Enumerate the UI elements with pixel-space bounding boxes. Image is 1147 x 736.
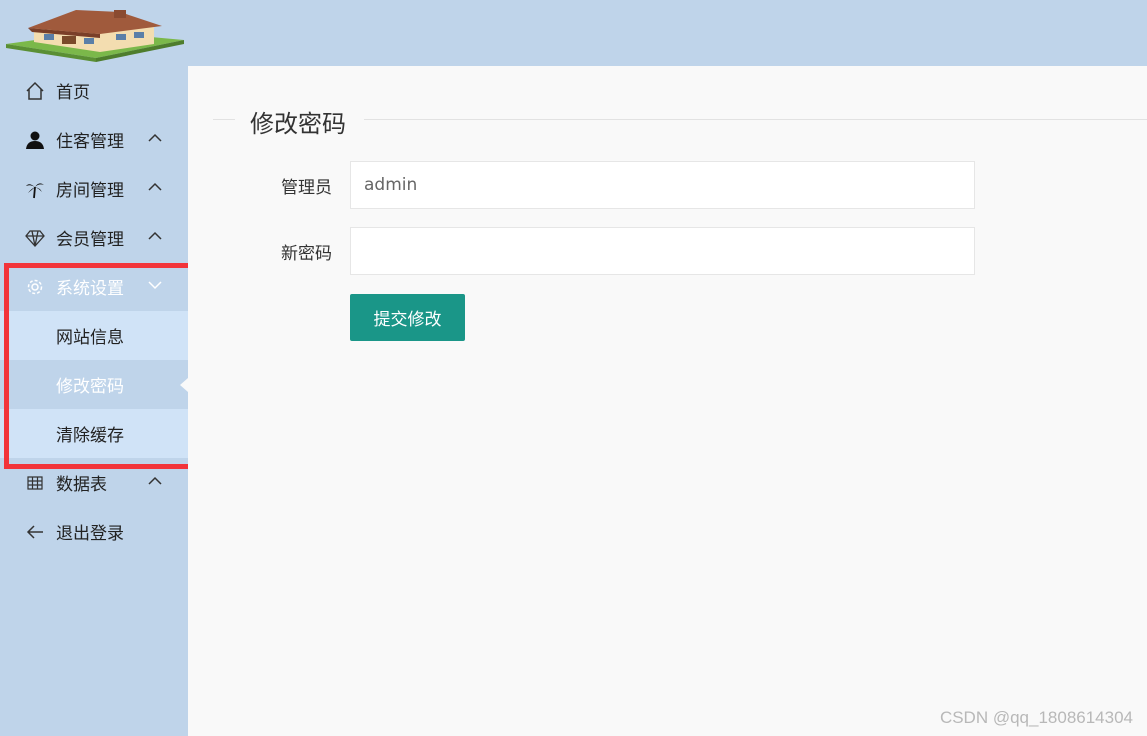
sidebar-item-settings[interactable]: 系统设置 (0, 262, 188, 311)
chevron-up-icon (148, 182, 162, 191)
sidebar: 首页 住客管理 房间管理 会员管理 系统设置 网站信息 修改密码 清除缓存 数据… (0, 66, 188, 736)
sidebar-item-data-table[interactable]: 数据表 (0, 458, 188, 507)
chevron-up-icon (148, 133, 162, 142)
header-bar (0, 0, 1147, 66)
new-password-label: 新密码 (281, 244, 332, 264)
arrow-left-icon (24, 521, 46, 543)
watermark: CSDN @qq_1808614304 (939, 708, 1133, 727)
fieldset-divider (213, 119, 235, 120)
page-title: 修改密码 (250, 110, 346, 138)
palm-tree-icon (24, 178, 46, 200)
home-icon (24, 80, 46, 102)
sidebar-item-logout[interactable]: 退出登录 (0, 507, 188, 556)
admin-label: 管理员 (281, 178, 332, 198)
app-window: 首页 住客管理 房间管理 会员管理 系统设置 网站信息 修改密码 清除缓存 数据… (0, 0, 1147, 736)
submit-button[interactable]: 提交修改 (350, 294, 465, 341)
sidebar-item-label: 退出登录 (56, 524, 124, 544)
sidebar-item-label: 住客管理 (56, 132, 124, 152)
sidebar-item-home[interactable]: 首页 (0, 66, 188, 115)
diamond-icon (24, 227, 46, 249)
sidebar-item-members[interactable]: 会员管理 (0, 213, 188, 262)
sidebar-item-label: 数据表 (56, 475, 107, 495)
user-icon (24, 129, 46, 151)
chevron-up-icon (148, 231, 162, 240)
submenu-item-change-password[interactable]: 修改密码 (0, 360, 188, 409)
gear-icon (24, 276, 46, 298)
sidebar-item-label: 房间管理 (56, 181, 124, 201)
admin-field[interactable] (350, 161, 975, 209)
submenu-item-site-info[interactable]: 网站信息 (0, 311, 188, 360)
sidebar-item-label: 系统设置 (56, 279, 124, 299)
sidebar-item-rooms[interactable]: 房间管理 (0, 164, 188, 213)
main-content: 修改密码 管理员 新密码 提交修改 CSDN @qq_1808614304 (188, 66, 1147, 736)
sidebar-item-guests[interactable]: 住客管理 (0, 115, 188, 164)
new-password-field[interactable] (350, 227, 975, 275)
fieldset-divider (364, 119, 1147, 120)
house-logo (6, 10, 184, 62)
sidebar-item-label: 会员管理 (56, 230, 124, 250)
submenu-item-clear-cache[interactable]: 清除缓存 (0, 409, 188, 458)
table-icon (24, 472, 46, 494)
chevron-down-icon (148, 281, 162, 290)
settings-submenu: 网站信息 修改密码 清除缓存 (0, 311, 188, 458)
sidebar-item-label: 首页 (56, 83, 90, 103)
chevron-up-icon (148, 476, 162, 485)
